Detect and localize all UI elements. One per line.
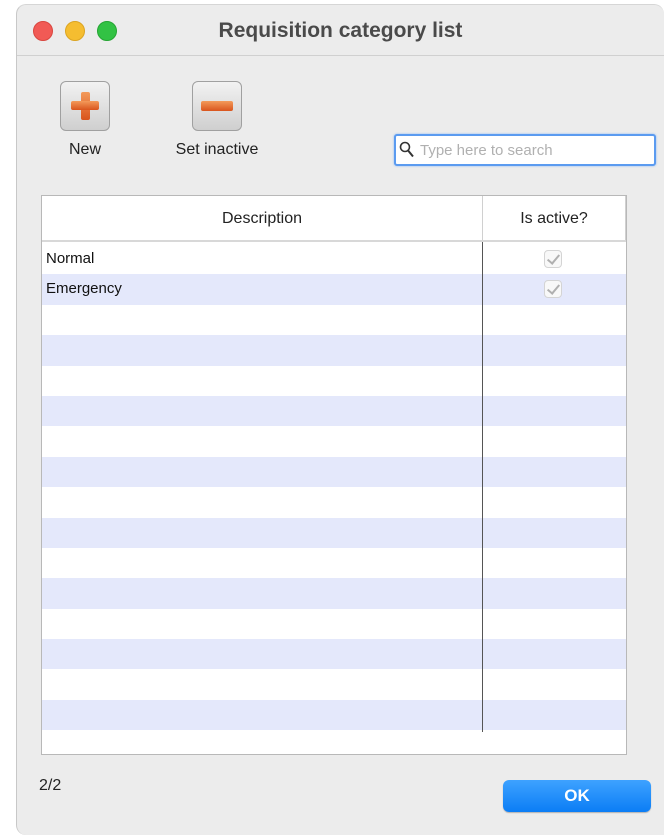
row-background: [42, 304, 626, 336]
new-button-label: New: [68, 141, 101, 158]
search-input[interactable]: [420, 139, 646, 161]
table-row[interactable]: [42, 304, 626, 336]
column-divider: [482, 242, 483, 732]
table-row[interactable]: [42, 669, 626, 700]
table-row[interactable]: [42, 426, 626, 457]
table-row[interactable]: [42, 395, 626, 427]
table-row[interactable]: [42, 335, 626, 366]
table-header: Description Is active?: [42, 196, 626, 242]
record-count: 2/2: [39, 777, 62, 794]
row-background: [42, 639, 626, 670]
dialog-window: Requisition category list New Set inacti…: [16, 4, 664, 835]
column-header-description[interactable]: Description: [42, 196, 483, 240]
category-table: Description Is active? Normal Emergency: [41, 195, 627, 755]
row-background: [42, 456, 626, 488]
row-background: [42, 517, 626, 548]
row-background: [42, 699, 626, 731]
row-background: [42, 426, 626, 457]
set-inactive-button[interactable]: Set inactive: [169, 81, 265, 159]
table-row[interactable]: [42, 608, 626, 640]
new-button[interactable]: New: [57, 81, 113, 159]
table-body: Normal Emergency: [42, 244, 626, 731]
table-row[interactable]: [42, 547, 626, 579]
set-inactive-button-label: Set inactive: [175, 141, 259, 158]
table-row[interactable]: [42, 456, 626, 488]
row-background: [42, 395, 626, 427]
row-background: [42, 608, 626, 640]
new-button-icon-frame[interactable]: [60, 81, 110, 131]
window-title: Requisition category list: [218, 19, 463, 42]
table-row[interactable]: [42, 639, 626, 670]
table-row[interactable]: Emergency: [42, 274, 626, 305]
table-row[interactable]: [42, 365, 626, 396]
row-background: [42, 578, 626, 609]
is-active-checkbox[interactable]: [544, 250, 562, 268]
row-background: [42, 335, 626, 366]
row-background: [42, 365, 626, 396]
table-row[interactable]: [42, 578, 626, 609]
row-background: [42, 547, 626, 579]
table-row[interactable]: Normal: [42, 244, 626, 275]
table-row[interactable]: [42, 487, 626, 518]
description-cell: Normal: [46, 250, 95, 267]
set-inactive-button-icon-frame[interactable]: [192, 81, 242, 131]
column-header-is-active[interactable]: Is active?: [483, 196, 626, 240]
row-background: [42, 669, 626, 700]
description-cell: Emergency: [46, 280, 122, 298]
magnifier-icon: [399, 141, 414, 158]
row-background: [42, 487, 626, 518]
is-active-checkbox[interactable]: [544, 280, 562, 299]
title-bar: Requisition category list: [17, 5, 664, 56]
table-row[interactable]: [42, 699, 626, 731]
table-row[interactable]: [42, 517, 626, 548]
search-field[interactable]: [394, 134, 656, 166]
ok-button[interactable]: OK: [503, 780, 651, 812]
